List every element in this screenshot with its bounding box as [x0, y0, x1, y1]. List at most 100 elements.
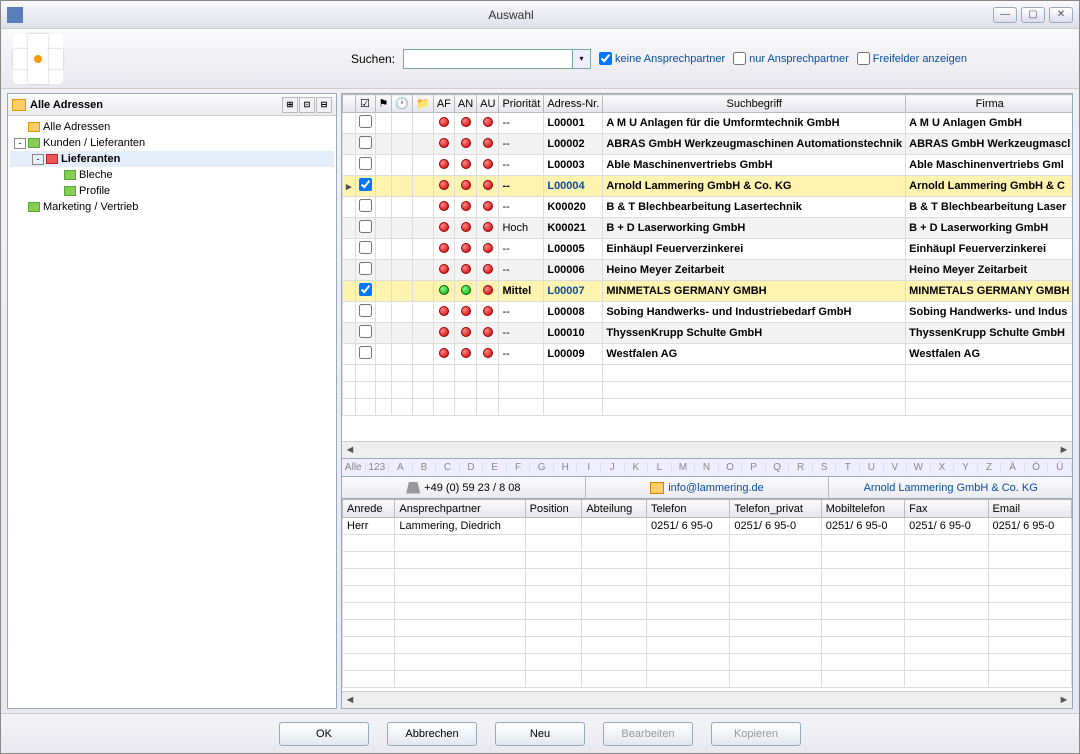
row-checkbox[interactable]: [359, 178, 372, 191]
search-input[interactable]: [403, 49, 573, 69]
row-checkbox[interactable]: [359, 346, 372, 359]
grid-header[interactable]: 📁: [413, 95, 434, 113]
alpha-filter[interactable]: C: [436, 462, 460, 473]
grid-header[interactable]: [343, 95, 356, 113]
grid-header[interactable]: ☑: [355, 95, 375, 113]
close-button[interactable]: ✕: [1049, 7, 1073, 23]
checkbox-keine-ansprechpartner[interactable]: keine Ansprechpartner: [599, 52, 725, 65]
tree-toggle-icon[interactable]: -: [14, 138, 26, 149]
new-button[interactable]: Neu: [495, 722, 585, 746]
ok-button[interactable]: OK: [279, 722, 369, 746]
alpha-filter[interactable]: S: [813, 462, 837, 473]
table-row[interactable]: --L00008Sobing Handwerks- und Industrieb…: [343, 302, 1073, 323]
row-checkbox[interactable]: [359, 220, 372, 233]
table-row[interactable]: --K00020B & T Blechbearbeitung Lasertech…: [343, 197, 1073, 218]
tree-tool-3[interactable]: ⊟: [316, 97, 332, 113]
contact-hscroll[interactable]: ◄►: [342, 691, 1072, 708]
tree-item[interactable]: -Kunden / Lieferanten: [10, 135, 334, 151]
alpha-filter[interactable]: L: [648, 462, 672, 473]
table-row[interactable]: MittelL00007MINMETALS GERMANY GMBHMINMET…: [343, 281, 1073, 302]
table-row[interactable]: --L00003Able Maschinenvertriebs GmbHAble…: [343, 155, 1073, 176]
alpha-filter[interactable]: Ö: [1025, 462, 1049, 473]
contact-row[interactable]: HerrLammering, Diedrich0251/ 6 95-00251/…: [343, 518, 1072, 535]
table-row[interactable]: --L00002ABRAS GmbH Werkzeugmaschinen Aut…: [343, 134, 1073, 155]
tree-tool-1[interactable]: ⊞: [282, 97, 298, 113]
copy-button[interactable]: Kopieren: [711, 722, 801, 746]
alpha-filter[interactable]: Y: [954, 462, 978, 473]
alpha-filter[interactable]: F: [507, 462, 531, 473]
alpha-filter[interactable]: Ü: [1048, 462, 1072, 473]
tree-tool-2[interactable]: ⊡: [299, 97, 315, 113]
tree-item[interactable]: -Lieferanten: [10, 151, 334, 167]
tree-toggle-icon[interactable]: -: [32, 154, 44, 165]
minimize-button[interactable]: —: [993, 7, 1017, 23]
tree-item[interactable]: Profile: [10, 183, 334, 199]
table-row[interactable]: --L00005Einhäupl FeuerverzinkereiEinhäup…: [343, 239, 1073, 260]
table-row[interactable]: --L00010ThyssenKrupp Schulte GmbHThyssen…: [343, 323, 1073, 344]
contact-header[interactable]: Email: [988, 500, 1071, 518]
grid-header[interactable]: ⚑: [375, 95, 392, 113]
contact-header[interactable]: Fax: [905, 500, 988, 518]
alpha-filter-bar[interactable]: Alle123ABCDEFGHIJKLMNOPQRSTUVWXYZÄÖÜ: [341, 459, 1073, 477]
alpha-filter[interactable]: D: [460, 462, 484, 473]
table-row[interactable]: --L00006Heino Meyer ZeitarbeitHeino Meye…: [343, 260, 1073, 281]
alpha-filter[interactable]: X: [931, 462, 955, 473]
grid-header[interactable]: Suchbegriff: [603, 95, 906, 113]
alpha-filter[interactable]: P: [742, 462, 766, 473]
row-checkbox[interactable]: [359, 115, 372, 128]
table-row[interactable]: ▸--L00004Arnold Lammering GmbH & Co. KGA…: [343, 176, 1073, 197]
row-checkbox[interactable]: [359, 136, 372, 149]
alpha-filter[interactable]: M: [672, 462, 696, 473]
checkbox-freifelder[interactable]: Freifelder anzeigen: [857, 52, 967, 65]
tree-item[interactable]: Alle Adressen: [10, 119, 334, 135]
contact-header[interactable]: Ansprechpartner: [395, 500, 525, 518]
grid-header[interactable]: AU: [477, 95, 499, 113]
alpha-filter[interactable]: R: [789, 462, 813, 473]
alpha-filter[interactable]: Z: [978, 462, 1002, 473]
alpha-filter[interactable]: W: [907, 462, 931, 473]
alpha-filter[interactable]: K: [625, 462, 649, 473]
contact-header[interactable]: Telefon: [646, 500, 729, 518]
contact-header[interactable]: Telefon_privat: [730, 500, 821, 518]
alpha-filter[interactable]: J: [601, 462, 625, 473]
maximize-button[interactable]: ▢: [1021, 7, 1045, 23]
table-row[interactable]: HochK00021B + D Laserworking GmbHB + D L…: [343, 218, 1073, 239]
grid-header[interactable]: Priorität: [499, 95, 544, 113]
alpha-filter[interactable]: O: [719, 462, 743, 473]
address-table[interactable]: ☑⚑🕐📁AFANAUPrioritätAdress-Nr.Suchbegriff…: [342, 94, 1072, 416]
row-checkbox[interactable]: [359, 199, 372, 212]
table-row[interactable]: --L00009Westfalen AGWestfalen AG: [343, 344, 1073, 365]
contact-header[interactable]: Anrede: [343, 500, 395, 518]
contact-header[interactable]: Position: [525, 500, 582, 518]
alpha-filter[interactable]: B: [413, 462, 437, 473]
alpha-filter[interactable]: I: [577, 462, 601, 473]
checkbox-nur-ansprechpartner[interactable]: nur Ansprechpartner: [733, 52, 849, 65]
contact-header[interactable]: Abteilung: [582, 500, 647, 518]
row-checkbox[interactable]: [359, 283, 372, 296]
edit-button[interactable]: Bearbeiten: [603, 722, 693, 746]
contact-header[interactable]: Mobiltelefon: [821, 500, 904, 518]
alpha-filter[interactable]: H: [554, 462, 578, 473]
alpha-filter[interactable]: 123: [366, 462, 390, 473]
row-checkbox[interactable]: [359, 262, 372, 275]
grid-header[interactable]: Adress-Nr.: [544, 95, 603, 113]
contact-table[interactable]: AnredeAnsprechpartnerPositionAbteilungTe…: [342, 499, 1072, 688]
grid-hscroll[interactable]: ◄►: [342, 441, 1072, 458]
row-checkbox[interactable]: [359, 304, 372, 317]
alpha-filter[interactable]: U: [860, 462, 884, 473]
row-checkbox[interactable]: [359, 157, 372, 170]
alpha-filter[interactable]: Q: [766, 462, 790, 473]
alpha-filter[interactable]: G: [530, 462, 554, 473]
grid-header[interactable]: AF: [433, 95, 454, 113]
alpha-filter[interactable]: N: [695, 462, 719, 473]
alpha-filter[interactable]: E: [483, 462, 507, 473]
table-row[interactable]: --L00001A M U Anlagen für die Umformtech…: [343, 113, 1073, 134]
cancel-button[interactable]: Abbrechen: [387, 722, 477, 746]
grid-header[interactable]: 🕐: [392, 95, 413, 113]
grid-header[interactable]: AN: [454, 95, 476, 113]
alpha-filter[interactable]: T: [836, 462, 860, 473]
search-dropdown-button[interactable]: ▾: [573, 49, 591, 69]
alpha-filter[interactable]: Alle: [342, 462, 366, 473]
alpha-filter[interactable]: Ä: [1001, 462, 1025, 473]
row-checkbox[interactable]: [359, 241, 372, 254]
